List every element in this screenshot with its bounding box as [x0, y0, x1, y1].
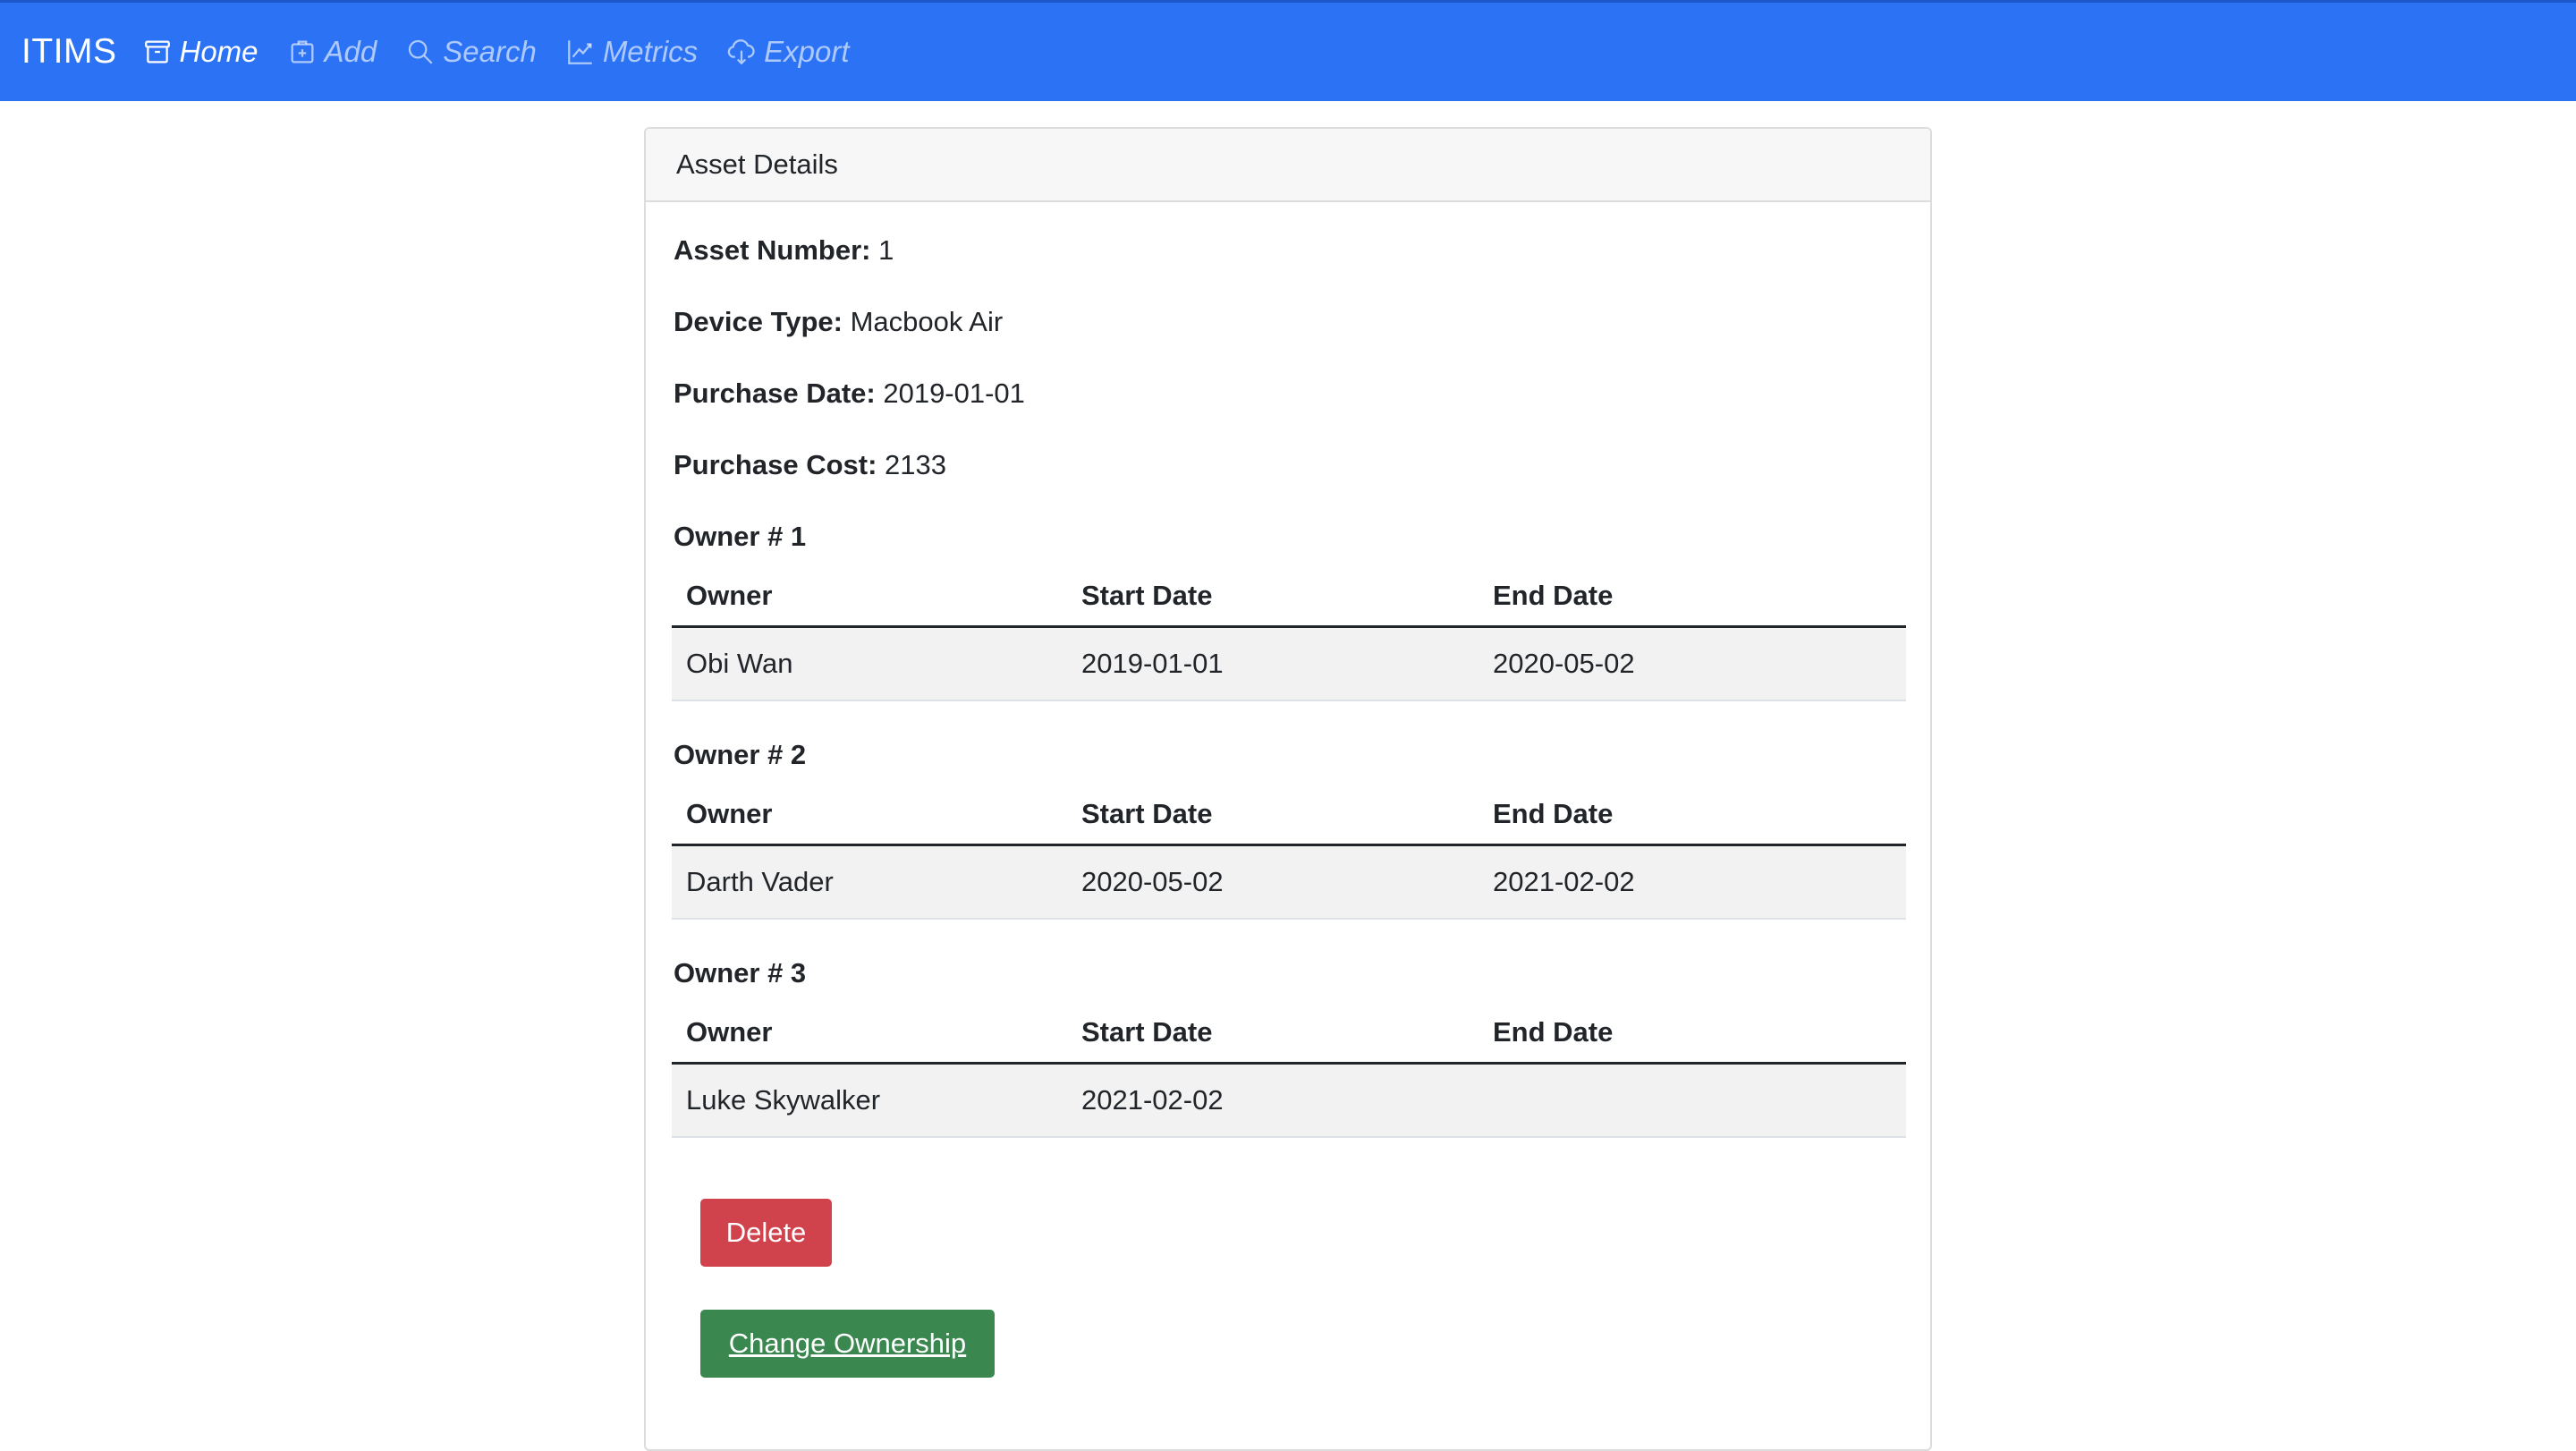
device-type-value: Macbook Air: [850, 306, 1004, 337]
asset-number-field: Asset Number: 1: [674, 234, 894, 267]
owner-start-date: 2019-01-01: [1081, 648, 1224, 679]
header-end-date: End Date: [1493, 579, 1614, 611]
nav-item-search[interactable]: Search: [405, 35, 537, 69]
table-header-row: Owner Start Date End Date: [672, 565, 1906, 628]
owner-start-date: 2021-02-02: [1081, 1084, 1224, 1116]
table-row: Obi Wan 2019-01-01 2020-05-02: [672, 628, 1906, 701]
asset-details-card: Asset Details Asset Number: 1 Device Typ…: [644, 127, 1932, 1451]
header-owner: Owner: [686, 579, 773, 611]
owner-3-title: Owner # 3: [674, 957, 807, 989]
delete-button[interactable]: Delete: [700, 1199, 832, 1267]
header-start-date: Start Date: [1081, 797, 1213, 829]
plus-box-icon: [291, 40, 313, 64]
purchase-cost-value: 2133: [885, 449, 946, 480]
nav-item-label: Search: [443, 35, 537, 68]
asset-number-label: Asset Number:: [674, 234, 871, 266]
nav-item-metrics[interactable]: Metrics: [565, 35, 698, 69]
nav-item-label: Add: [324, 35, 377, 68]
cloud-download-icon: [727, 39, 755, 65]
archive-icon: [144, 40, 170, 64]
owner-name: Darth Vader: [686, 866, 834, 897]
device-type-label: Device Type:: [674, 306, 843, 337]
purchase-cost-label: Purchase Cost:: [674, 449, 877, 480]
header-end-date: End Date: [1493, 1015, 1614, 1048]
purchase-cost-field: Purchase Cost: 2133: [674, 449, 946, 481]
table-header-row: Owner Start Date End Date: [672, 1002, 1906, 1065]
nav-item-home[interactable]: Home: [142, 35, 258, 69]
table-row: Luke Skywalker 2021-02-02: [672, 1065, 1906, 1138]
asset-number-value: 1: [878, 234, 894, 266]
header-owner: Owner: [686, 1015, 773, 1048]
header-start-date: Start Date: [1081, 579, 1213, 611]
owner-start-date: 2020-05-02: [1081, 866, 1224, 897]
card-title: Asset Details: [676, 148, 838, 180]
navbar: ITIMS Home Add Search Metrics Export: [0, 0, 2576, 101]
card-header: Asset Details: [646, 129, 1930, 202]
device-type-field: Device Type: Macbook Air: [674, 306, 1003, 338]
nav-item-label: Home: [179, 35, 258, 68]
owner-2-table: Owner Start Date End Date Darth Vader 20…: [672, 784, 1906, 920]
brand-logo[interactable]: ITIMS: [21, 32, 117, 72]
owner-name: Luke Skywalker: [686, 1084, 881, 1116]
line-chart-icon: [567, 40, 592, 64]
owner-end-date: 2020-05-02: [1493, 648, 1635, 679]
owner-1-title: Owner # 1: [674, 521, 807, 552]
table-header-row: Owner Start Date End Date: [672, 784, 1906, 846]
change-ownership-button[interactable]: Change Ownership: [700, 1310, 995, 1378]
header-start-date: Start Date: [1081, 1015, 1213, 1048]
header-owner: Owner: [686, 797, 773, 829]
nav-item-add[interactable]: Add: [287, 35, 377, 69]
nav-item-label: Export: [764, 35, 850, 68]
purchase-date-field: Purchase Date: 2019-01-01: [674, 378, 1025, 410]
owner-end-date: 2021-02-02: [1493, 866, 1635, 897]
owner-name: Obi Wan: [686, 648, 793, 679]
owner-2-title: Owner # 2: [674, 739, 807, 770]
purchase-date-value: 2019-01-01: [883, 378, 1025, 409]
search-icon: [409, 39, 433, 64]
nav-item-export[interactable]: Export: [726, 35, 850, 69]
table-row: Darth Vader 2020-05-02 2021-02-02: [672, 846, 1906, 920]
owner-3-table: Owner Start Date End Date Luke Skywalker…: [672, 1002, 1906, 1138]
owner-1-table: Owner Start Date End Date Obi Wan 2019-0…: [672, 565, 1906, 701]
purchase-date-label: Purchase Date:: [674, 378, 876, 409]
header-end-date: End Date: [1493, 797, 1614, 829]
nav-item-label: Metrics: [602, 35, 699, 68]
